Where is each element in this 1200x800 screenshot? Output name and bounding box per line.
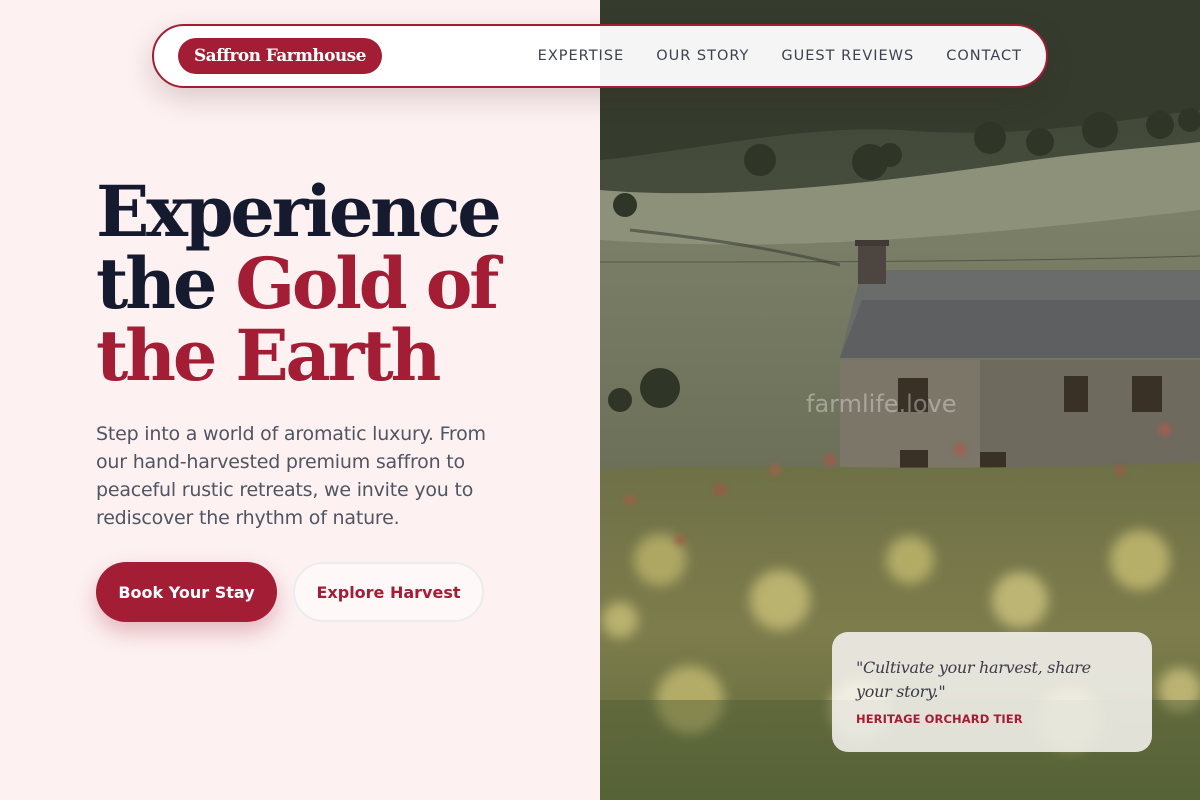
hero-headline: Experience the Gold of the Earth (96, 176, 566, 392)
nav-links: EXPERTISE OUR STORY GUEST REVIEWS CONTAC… (538, 48, 1022, 64)
explore-harvest-button[interactable]: Explore Harvest (293, 562, 484, 622)
top-navbar: Saffron Farmhouse EXPERTISE OUR STORY GU… (152, 24, 1048, 88)
nav-link-our-story[interactable]: OUR STORY (656, 48, 749, 64)
hero-subtext: Step into a world of aromatic luxury. Fr… (96, 423, 486, 529)
quote-text: "Cultivate your harvest, share your stor… (856, 658, 1091, 701)
farmhouse (840, 240, 1200, 500)
headline-line-2-accent: Gold of (235, 242, 499, 325)
brand-logo[interactable]: Saffron Farmhouse (178, 38, 382, 74)
headline-line-1: Experience (96, 170, 502, 253)
left-panel (0, 0, 600, 800)
quote-card: "Cultivate your harvest, share your stor… (832, 632, 1152, 752)
image-watermark: farmlife.love (806, 390, 957, 418)
nav-link-expertise[interactable]: EXPERTISE (538, 48, 625, 64)
headline-line-2-plain: the (96, 242, 236, 325)
nav-link-contact[interactable]: CONTACT (946, 48, 1022, 64)
book-your-stay-button[interactable]: Book Your Stay (96, 562, 277, 622)
headline-line-3-accent: the Earth (96, 314, 441, 397)
nav-link-guest-reviews[interactable]: GUEST REVIEWS (781, 48, 914, 64)
quote-tier-label: HERITAGE ORCHARD TIER (856, 712, 1023, 726)
